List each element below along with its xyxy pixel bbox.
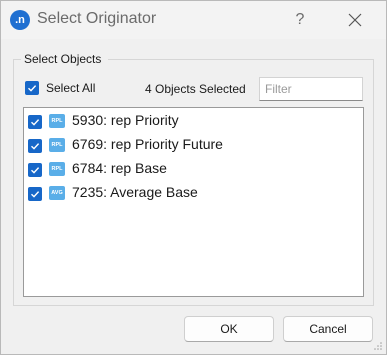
filter-input[interactable] <box>259 77 363 101</box>
checkmark-icon <box>28 85 37 92</box>
dialog-title: Select Originator <box>37 10 157 27</box>
item-checkbox[interactable] <box>28 139 42 153</box>
avg-type-icon: AVG <box>49 186 65 200</box>
selected-count: 4 Objects Selected <box>145 82 246 96</box>
cancel-button[interactable]: Cancel <box>283 316 373 342</box>
item-label: 6769: rep Priority Future <box>72 136 223 152</box>
item-checkbox[interactable] <box>28 163 42 177</box>
checkmark-icon <box>31 143 40 150</box>
select-all-label[interactable]: Select All <box>46 81 95 95</box>
group-border-right <box>108 59 374 60</box>
list-item[interactable]: RPL 6769: rep Priority Future <box>24 134 363 156</box>
item-checkbox[interactable] <box>28 187 42 201</box>
objects-list[interactable]: RPL 5930: rep Priority RPL 6769: rep Pri… <box>23 107 364 297</box>
rpl-type-icon: RPL <box>49 162 65 176</box>
item-label: 7235: Average Base <box>72 184 198 200</box>
app-logo-icon: .n <box>10 10 30 30</box>
item-checkbox[interactable] <box>28 115 42 129</box>
close-button[interactable] <box>340 5 370 35</box>
ok-button[interactable]: OK <box>184 316 274 342</box>
group-border-left <box>13 59 21 60</box>
item-label: 5930: rep Priority <box>72 112 179 128</box>
rpl-type-icon: RPL <box>49 114 65 128</box>
title-bar: .n Select Originator ? <box>1 1 386 39</box>
group-label: Select Objects <box>24 52 102 66</box>
help-button[interactable]: ? <box>285 5 315 35</box>
rpl-type-icon: RPL <box>49 138 65 152</box>
select-originator-dialog: .n Select Originator ? Select Objects Se… <box>0 0 387 355</box>
list-item[interactable]: AVG 7235: Average Base <box>24 182 363 204</box>
select-all-checkbox[interactable] <box>25 81 39 95</box>
checkmark-icon <box>31 119 40 126</box>
checkmark-icon <box>31 167 40 174</box>
list-item[interactable]: RPL 5930: rep Priority <box>24 110 363 132</box>
checkmark-icon <box>31 191 40 198</box>
item-label: 6784: rep Base <box>72 160 167 176</box>
resize-grip-icon[interactable] <box>373 341 383 351</box>
list-item[interactable]: RPL 6784: rep Base <box>24 158 363 180</box>
close-icon <box>348 13 362 27</box>
